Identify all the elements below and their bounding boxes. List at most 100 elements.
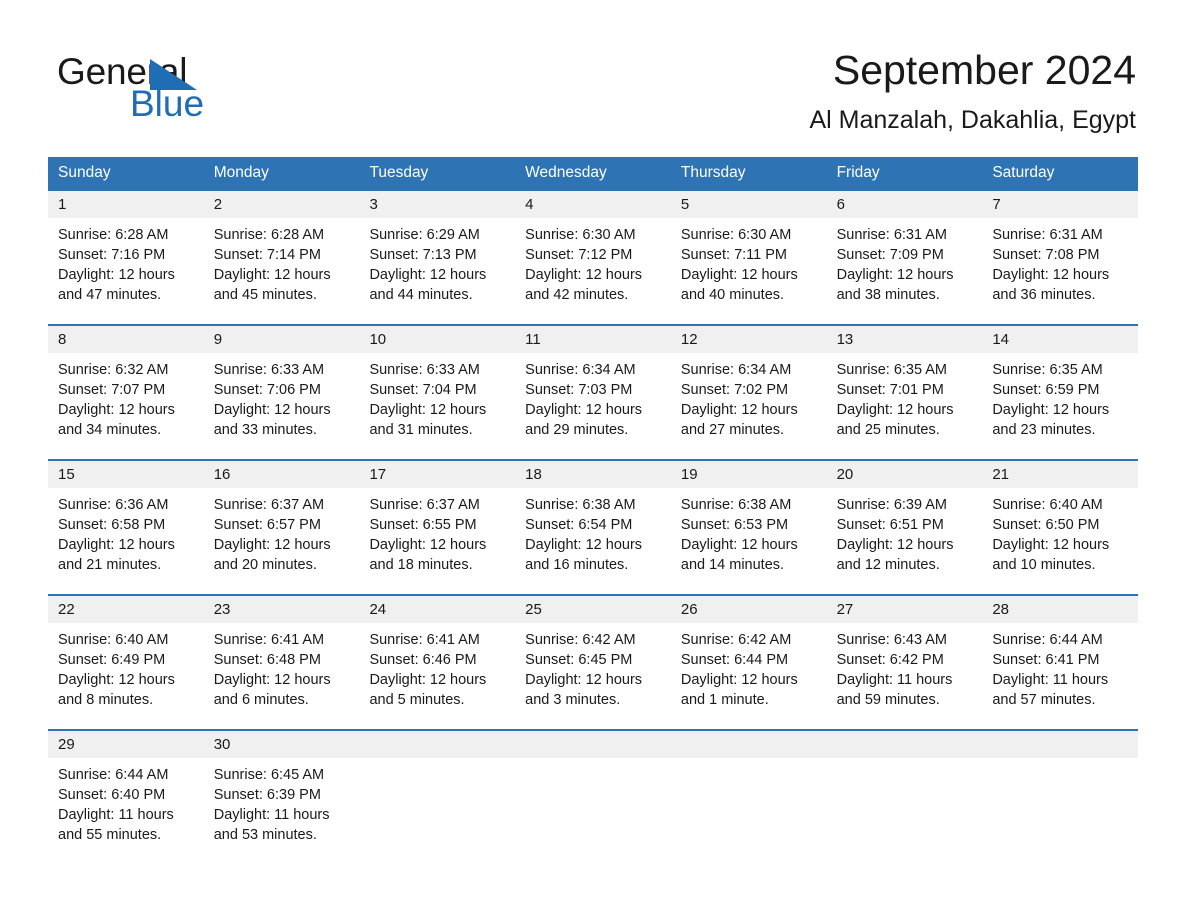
- day-number[interactable]: 28: [982, 596, 1138, 623]
- day-number[interactable]: 8: [48, 326, 204, 353]
- sunrise-text: Sunrise: 6:39 AM: [836, 497, 948, 513]
- day-number[interactable]: 18: [515, 461, 671, 488]
- day-cell: Sunrise: 6:37 AM Sunset: 6:57 PM Dayligh…: [204, 495, 360, 594]
- daylight-text-line2: and 5 minutes.: [369, 692, 465, 708]
- daylight-text-line1: Daylight: 12 hours: [525, 537, 643, 553]
- daylight-text-line2: and 53 minutes.: [213, 827, 317, 843]
- day-number[interactable]: 23: [204, 596, 360, 623]
- day-cell: Sunrise: 6:30 AM Sunset: 7:12 PM Dayligh…: [515, 225, 671, 324]
- sunrise-text: Sunrise: 6:31 AM: [836, 227, 948, 243]
- daylight-text-line2: and 16 minutes.: [525, 557, 629, 573]
- daylight-text-line1: Daylight: 12 hours: [836, 402, 954, 418]
- sunset-text: Sunset: 6:39 PM: [213, 787, 321, 803]
- title-block: September 2024 Al Manzalah, Dakahlia, Eg…: [809, 45, 1136, 135]
- day-number[interactable]: 3: [359, 191, 515, 218]
- sunset-text: Sunset: 6:59 PM: [992, 382, 1100, 398]
- sunrise-text: Sunrise: 6:32 AM: [58, 362, 169, 378]
- sunrise-text: Sunrise: 6:28 AM: [213, 227, 325, 243]
- weekday-header-saturday: Saturday: [992, 164, 1055, 181]
- daylight-text-line2: and 38 minutes.: [836, 287, 940, 303]
- daylight-text-line2: and 59 minutes.: [836, 692, 940, 708]
- sunset-text: Sunset: 7:12 PM: [525, 247, 633, 263]
- day-number[interactable]: 19: [671, 461, 827, 488]
- day-number[interactable]: 30: [204, 731, 360, 758]
- sunrise-text: Sunrise: 6:33 AM: [369, 362, 480, 378]
- day-cell-empty: [359, 765, 515, 864]
- day-number[interactable]: 25: [515, 596, 671, 623]
- daylight-text-line1: Daylight: 12 hours: [213, 672, 331, 688]
- daylight-text-line2: and 36 minutes.: [992, 287, 1096, 303]
- day-number[interactable]: 22: [48, 596, 204, 623]
- day-number[interactable]: 12: [671, 326, 827, 353]
- daylight-text-line2: and 44 minutes.: [369, 287, 473, 303]
- day-number[interactable]: 27: [827, 596, 983, 623]
- daylight-text-line2: and 33 minutes.: [213, 422, 317, 438]
- sunrise-text: Sunrise: 6:38 AM: [525, 497, 636, 513]
- day-number[interactable]: 24: [359, 596, 515, 623]
- brand-logo[interactable]: General Blue: [57, 52, 317, 132]
- weekday-header-monday: Monday: [213, 164, 269, 181]
- day-cell: Sunrise: 6:35 AM Sunset: 7:01 PM Dayligh…: [827, 360, 983, 459]
- day-number-band: 29 30: [48, 731, 1138, 758]
- day-cell: Sunrise: 6:30 AM Sunset: 7:11 PM Dayligh…: [671, 225, 827, 324]
- day-number[interactable]: 10: [359, 326, 515, 353]
- page-masthead: General Blue September 2024 Al Manzalah,…: [0, 0, 1188, 150]
- day-number[interactable]: 5: [671, 191, 827, 218]
- daylight-text-line2: and 40 minutes.: [680, 287, 785, 303]
- daylight-text-line1: Daylight: 11 hours: [213, 807, 330, 823]
- day-cell: Sunrise: 6:44 AM Sunset: 6:41 PM Dayligh…: [982, 630, 1138, 729]
- day-cell: Sunrise: 6:43 AM Sunset: 6:42 PM Dayligh…: [827, 630, 983, 729]
- day-detail-row: Sunrise: 6:40 AM Sunset: 6:49 PM Dayligh…: [48, 623, 1138, 729]
- daylight-text-line1: Daylight: 11 hours: [836, 672, 953, 688]
- day-cell: Sunrise: 6:41 AM Sunset: 6:48 PM Dayligh…: [204, 630, 360, 729]
- day-number[interactable]: 11: [515, 326, 671, 353]
- sunrise-text: Sunrise: 6:40 AM: [992, 497, 1103, 513]
- day-number[interactable]: 29: [48, 731, 204, 758]
- weekday-header-row: Sunday Monday Tuesday Wednesday Thursday…: [48, 157, 1138, 189]
- calendar-page: General Blue September 2024 Al Manzalah,…: [0, 0, 1188, 918]
- sunset-text: Sunset: 7:03 PM: [525, 382, 633, 398]
- daylight-text-line1: Daylight: 12 hours: [992, 267, 1110, 283]
- day-cell: Sunrise: 6:38 AM Sunset: 6:53 PM Dayligh…: [671, 495, 827, 594]
- day-number[interactable]: 21: [982, 461, 1138, 488]
- daylight-text-line1: Daylight: 12 hours: [992, 402, 1110, 418]
- day-number[interactable]: 9: [204, 326, 360, 353]
- day-cell-empty: [671, 765, 827, 864]
- sunset-text: Sunset: 7:09 PM: [836, 247, 944, 263]
- day-number[interactable]: 17: [359, 461, 515, 488]
- day-cell: Sunrise: 6:33 AM Sunset: 7:06 PM Dayligh…: [204, 360, 360, 459]
- day-number[interactable]: 13: [827, 326, 983, 353]
- day-detail-row: Sunrise: 6:28 AM Sunset: 7:16 PM Dayligh…: [48, 218, 1138, 324]
- sunrise-text: Sunrise: 6:30 AM: [525, 227, 636, 243]
- daylight-text-line2: and 20 minutes.: [213, 557, 317, 573]
- daylight-text-line1: Daylight: 12 hours: [836, 267, 954, 283]
- sunset-text: Sunset: 7:02 PM: [680, 382, 789, 398]
- day-cell: Sunrise: 6:28 AM Sunset: 7:16 PM Dayligh…: [48, 225, 204, 324]
- day-number[interactable]: 16: [204, 461, 360, 488]
- sunset-text: Sunset: 6:50 PM: [992, 517, 1100, 533]
- sunset-text: Sunset: 6:40 PM: [58, 787, 166, 803]
- day-number[interactable]: 20: [827, 461, 983, 488]
- day-number[interactable]: 26: [671, 596, 827, 623]
- day-number[interactable]: 7: [982, 191, 1138, 218]
- daylight-text-line1: Daylight: 12 hours: [369, 402, 487, 418]
- day-number[interactable]: 4: [515, 191, 671, 218]
- day-number[interactable]: 1: [48, 191, 204, 218]
- sunrise-text: Sunrise: 6:45 AM: [213, 767, 325, 783]
- day-number[interactable]: 14: [982, 326, 1138, 353]
- day-number[interactable]: 15: [48, 461, 204, 488]
- day-cell: Sunrise: 6:44 AM Sunset: 6:40 PM Dayligh…: [48, 765, 204, 864]
- calendar-grid: Sunday Monday Tuesday Wednesday Thursday…: [48, 157, 1138, 864]
- daylight-text-line1: Daylight: 12 hours: [369, 672, 487, 688]
- day-number-band: 22 23 24 25 26 27 28: [48, 596, 1138, 623]
- day-cell: Sunrise: 6:41 AM Sunset: 6:46 PM Dayligh…: [359, 630, 515, 729]
- sunset-text: Sunset: 7:11 PM: [680, 247, 787, 263]
- sunrise-text: Sunrise: 6:35 AM: [992, 362, 1103, 378]
- sunrise-text: Sunrise: 6:36 AM: [58, 497, 169, 513]
- day-number[interactable]: 6: [827, 191, 983, 218]
- sunset-text: Sunset: 6:46 PM: [369, 652, 477, 668]
- daylight-text-line2: and 27 minutes.: [680, 422, 785, 438]
- day-cell: Sunrise: 6:29 AM Sunset: 7:13 PM Dayligh…: [359, 225, 515, 324]
- daylight-text-line1: Daylight: 12 hours: [58, 672, 175, 688]
- day-number[interactable]: 2: [204, 191, 360, 218]
